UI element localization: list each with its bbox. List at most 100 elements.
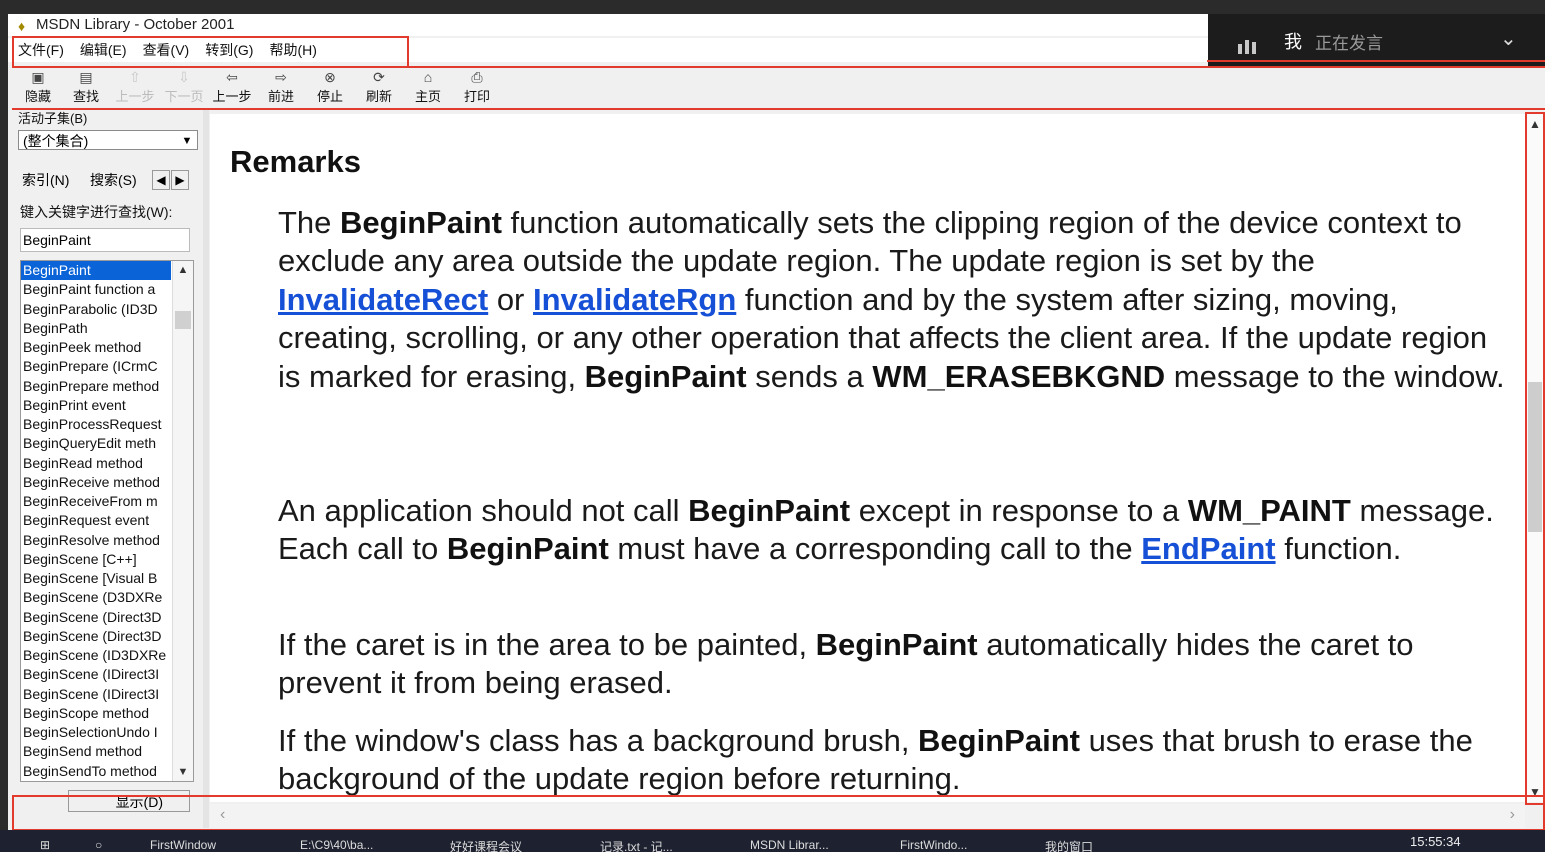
content-horizontal-scrollbar[interactable]: ‹ ›	[210, 804, 1525, 828]
taskbar-item[interactable]: FirstWindo...	[900, 838, 967, 852]
chevron-down-icon[interactable]: ⌄	[1500, 26, 1517, 51]
list-item[interactable]: BeginPaint function a	[21, 280, 171, 299]
list-item[interactable]: BeginScene (IDirect3I	[21, 685, 171, 704]
list-item[interactable]: BeginRequest event	[21, 511, 171, 530]
keyword-label: 键入关键字进行查找(W):	[20, 204, 173, 220]
refresh-button[interactable]: ⟳ 刷新	[356, 68, 402, 105]
scroll-right-icon[interactable]: ›	[1510, 806, 1515, 824]
home-button[interactable]: ⌂ 主页	[405, 68, 451, 105]
tab-index[interactable]: 索引(N)	[22, 170, 69, 190]
locate-icon: ▤	[79, 69, 93, 85]
hide-button[interactable]: ▣ 隐藏	[15, 68, 61, 105]
taskbar-item[interactable]: 我的窗口	[1045, 838, 1093, 852]
list-item[interactable]: BeginPrepare method	[21, 377, 171, 396]
list-item[interactable]: BeginScene [Visual B	[21, 569, 171, 588]
hide-icon: ▣	[31, 69, 45, 85]
paragraph-2: An application should not call BeginPain…	[278, 493, 1494, 567]
list-item[interactable]: BeginScope method	[21, 704, 171, 723]
index-list[interactable]: BeginPaint BeginPaint function a BeginPara…	[20, 260, 194, 782]
list-item[interactable]: BeginPath	[21, 319, 171, 338]
list-item[interactable]: BeginResolve method	[21, 531, 171, 550]
scroll-thumb[interactable]	[175, 311, 191, 329]
subset-label: 活动子集(B)	[18, 111, 88, 126]
scroll-down-icon[interactable]: ▼	[173, 763, 193, 781]
tab-search[interactable]: 搜索(S)	[90, 170, 137, 190]
pane-splitter[interactable]	[203, 108, 209, 828]
content-vertical-scrollbar[interactable]: ▲ ▼	[1525, 114, 1545, 802]
scroll-left-icon[interactable]: ‹	[220, 806, 225, 824]
menu-edit[interactable]: 编辑(E)	[80, 42, 127, 58]
back-button[interactable]: ⇦ 上一步	[209, 68, 255, 105]
navigation-pane: 活动子集(B) (整个集合) ▼ 索引(N) 搜索(S) ◀ ▶ 键入关键字进行查找…	[8, 108, 203, 828]
index-items: BeginPaint BeginPaint function a BeginPara…	[21, 261, 193, 781]
list-item[interactable]: BeginScene (D3DXRe	[21, 588, 171, 607]
start-icon[interactable]: ⊞	[40, 838, 50, 852]
menu-view[interactable]: 查看(V)	[143, 42, 190, 58]
list-item[interactable]: BeginPaint	[21, 261, 171, 281]
forward-button[interactable]: ⇨ 前进	[258, 68, 304, 105]
taskbar-clock: 15:55:34	[1410, 834, 1461, 849]
index-list-scrollbar[interactable]: ▲ ▼	[172, 261, 193, 781]
search-icon[interactable]: ○	[95, 838, 102, 852]
speaker-name: 我	[1284, 32, 1302, 52]
previous-topic-button[interactable]: ⇧ 上一步	[112, 68, 158, 105]
menu-goto[interactable]: 转到(G)	[205, 42, 253, 58]
taskbar-item[interactable]: FirstWindow	[150, 838, 216, 852]
list-item[interactable]: BeginRead method	[21, 454, 171, 473]
paragraph-4: If the window's class has a background b…	[278, 723, 1473, 797]
list-item[interactable]: BeginReceive method	[21, 473, 171, 492]
stop-icon: ⊗	[324, 69, 336, 85]
menu-bar: 文件(F) 编辑(E) 查看(V) 转到(G) 帮助(H)	[8, 38, 1208, 62]
toolbar: ▣ 隐藏 ▤ 查找 ⇧ 上一步 ⇩ 下一页 ⇦ 上一步 ⇨ 前进 ⊗ 停止 ⟳ 刷新 ⌂ 主页 ⎙…	[8, 66, 1528, 109]
scroll-thumb[interactable]	[1528, 382, 1542, 532]
list-item[interactable]: BeginPrepare (ICrmC	[21, 357, 171, 376]
scroll-up-icon[interactable]: ▲	[1525, 114, 1545, 134]
link-invalidaterect[interactable]: InvalidateRect	[278, 282, 488, 317]
list-item[interactable]: BeginReceiveFrom m	[21, 492, 171, 511]
link-endpaint[interactable]: EndPaint	[1141, 531, 1275, 566]
list-item[interactable]: BeginScene (ID3DXRe	[21, 646, 171, 665]
taskbar-item[interactable]: E:\C9\40\ba...	[300, 838, 373, 852]
audio-bars-icon	[1238, 36, 1264, 54]
list-item[interactable]: BeginScene (IDirect3I	[21, 665, 171, 684]
list-item[interactable]: BeginSelectionUndo I	[21, 723, 171, 742]
list-item[interactable]: BeginSendTo method	[21, 762, 171, 781]
tab-right-arrow-icon[interactable]: ▶	[171, 170, 189, 190]
subset-dropdown[interactable]: (整个集合) ▼	[18, 130, 198, 150]
scroll-down-icon[interactable]: ▼	[1525, 782, 1545, 802]
list-item[interactable]: BeginPeek method	[21, 338, 171, 357]
list-item[interactable]: BeginScene (Direct3D	[21, 608, 171, 627]
menu-file[interactable]: 文件(F)	[18, 42, 64, 58]
down-arrow-icon: ⇩	[178, 69, 190, 85]
stop-button[interactable]: ⊗ 停止	[307, 68, 353, 105]
taskbar-item[interactable]: 好好课程会议	[450, 838, 522, 852]
window-title: MSDN Library - October 2001	[36, 16, 235, 33]
list-item[interactable]: BeginParabolic (ID3D	[21, 300, 171, 319]
list-item[interactable]: BeginPrint event	[21, 396, 171, 415]
scroll-up-icon[interactable]: ▲	[173, 261, 193, 279]
title-bar: ♦ MSDN Library - October 2001	[8, 14, 1208, 36]
locate-button[interactable]: ▤ 查找	[63, 68, 109, 105]
back-icon: ⇦	[226, 69, 238, 85]
keyword-input[interactable]: BeginPaint	[20, 228, 190, 252]
display-button[interactable]: 显示(D)	[68, 790, 190, 812]
list-item[interactable]: BeginScene (Direct3D	[21, 627, 171, 646]
list-item[interactable]: BeginSend method	[21, 742, 171, 761]
taskbar: ⊞ ○ FirstWindow E:\C9\40\ba... 好好课程会议 记录…	[0, 830, 1545, 852]
next-topic-button[interactable]: ⇩ 下一页	[161, 68, 207, 105]
list-item[interactable]: BeginQueryEdit meth	[21, 434, 171, 453]
taskbar-item[interactable]: 记录.txt - 记...	[600, 838, 673, 852]
list-item[interactable]: BeginProcessRequest	[21, 415, 171, 434]
print-icon: ⎙	[471, 69, 483, 85]
taskbar-item[interactable]: MSDN Librar...	[750, 838, 829, 852]
tab-left-arrow-icon[interactable]: ◀	[152, 170, 170, 190]
list-item[interactable]: BeginScene [C++]	[21, 550, 171, 569]
home-icon: ⌂	[423, 69, 433, 85]
menu-help[interactable]: 帮助(H)	[269, 42, 316, 58]
paragraph-1: The BeginPaint function automatically se…	[278, 205, 1505, 394]
link-invalidatergn[interactable]: InvalidateRgn	[533, 282, 736, 317]
msdn-app-icon: ♦	[18, 18, 26, 34]
print-button[interactable]: ⎙ 打印	[454, 68, 500, 105]
dropdown-arrow-icon[interactable]: ▼	[179, 131, 195, 151]
tab-scroll-arrows: ◀ ▶	[152, 170, 190, 190]
